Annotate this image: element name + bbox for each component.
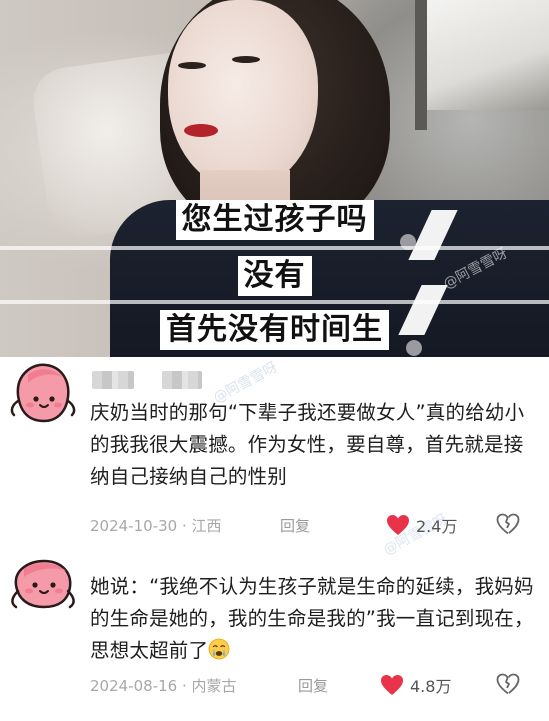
comment-text: 她说：“我绝不认为生孩子就是生命的延续，我妈妈的生命是她的，我的生命是我的”我一… — [90, 571, 540, 667]
reply-button[interactable]: 回复 — [298, 675, 328, 696]
video-still[interactable]: 您生过孩子吗 没有 首先没有时间生 @阿雪雪呀 — [0, 0, 549, 357]
woman-face — [168, 0, 318, 190]
reply-button[interactable]: 回复 — [280, 515, 310, 536]
right-eye — [232, 56, 260, 63]
subtitle-line-3: 首先没有时间生 — [0, 310, 549, 350]
red-lips — [184, 124, 218, 137]
username-redacted[interactable] — [162, 371, 202, 389]
comment-text-body: 她说：“我绝不认为生孩子就是生命的延续，我妈妈的生命是她的，我的生命是我的”我一… — [90, 575, 534, 662]
comment-date-location: 2024-10-30 · 江西 — [90, 517, 222, 535]
frame-divider — [0, 246, 549, 250]
like-count: 2.4万 — [416, 517, 458, 536]
comment-meta: 2024-08-16 · 内蒙古 回复 4.8万 — [90, 673, 540, 697]
left-eye — [178, 62, 206, 69]
subtitle-line-1: 您生过孩子吗 — [0, 200, 549, 240]
like-button[interactable]: 4.8万 — [380, 673, 451, 697]
dislike-button[interactable] — [496, 513, 520, 539]
car-window-frame — [415, 0, 427, 130]
crying-face-emoji — [208, 638, 230, 660]
pink-blob-avatar[interactable] — [8, 559, 80, 625]
frame-divider — [0, 300, 549, 304]
username-redacted[interactable] — [92, 371, 134, 389]
comment-item: 庆奶当时的那句“下辈子我还要做女人”真的给幼小的我我很大震撼。作为女性，要自尊，… — [0, 357, 549, 547]
broken-heart-icon — [496, 673, 520, 695]
dislike-button[interactable] — [496, 673, 520, 699]
like-count: 4.8万 — [410, 677, 452, 696]
heart-icon — [387, 515, 409, 535]
heart-icon — [381, 675, 403, 695]
comment-date-location: 2024-08-16 · 内蒙古 — [90, 677, 237, 695]
comment-meta: 2024-10-30 · 江西 回复 2.4万 — [90, 513, 540, 537]
like-button[interactable]: 2.4万 — [386, 513, 457, 537]
car-window — [420, 0, 549, 110]
broken-heart-icon — [496, 513, 520, 535]
pink-blob-avatar[interactable] — [8, 361, 80, 427]
comment-item: 她说：“我绝不认为生孩子就是生命的延续，我妈妈的生命是她的，我的生命是我的”我一… — [0, 547, 549, 721]
comment-text: 庆奶当时的那句“下辈子我还要做女人”真的给幼小的我我很大震撼。作为女性，要自尊，… — [90, 401, 525, 488]
